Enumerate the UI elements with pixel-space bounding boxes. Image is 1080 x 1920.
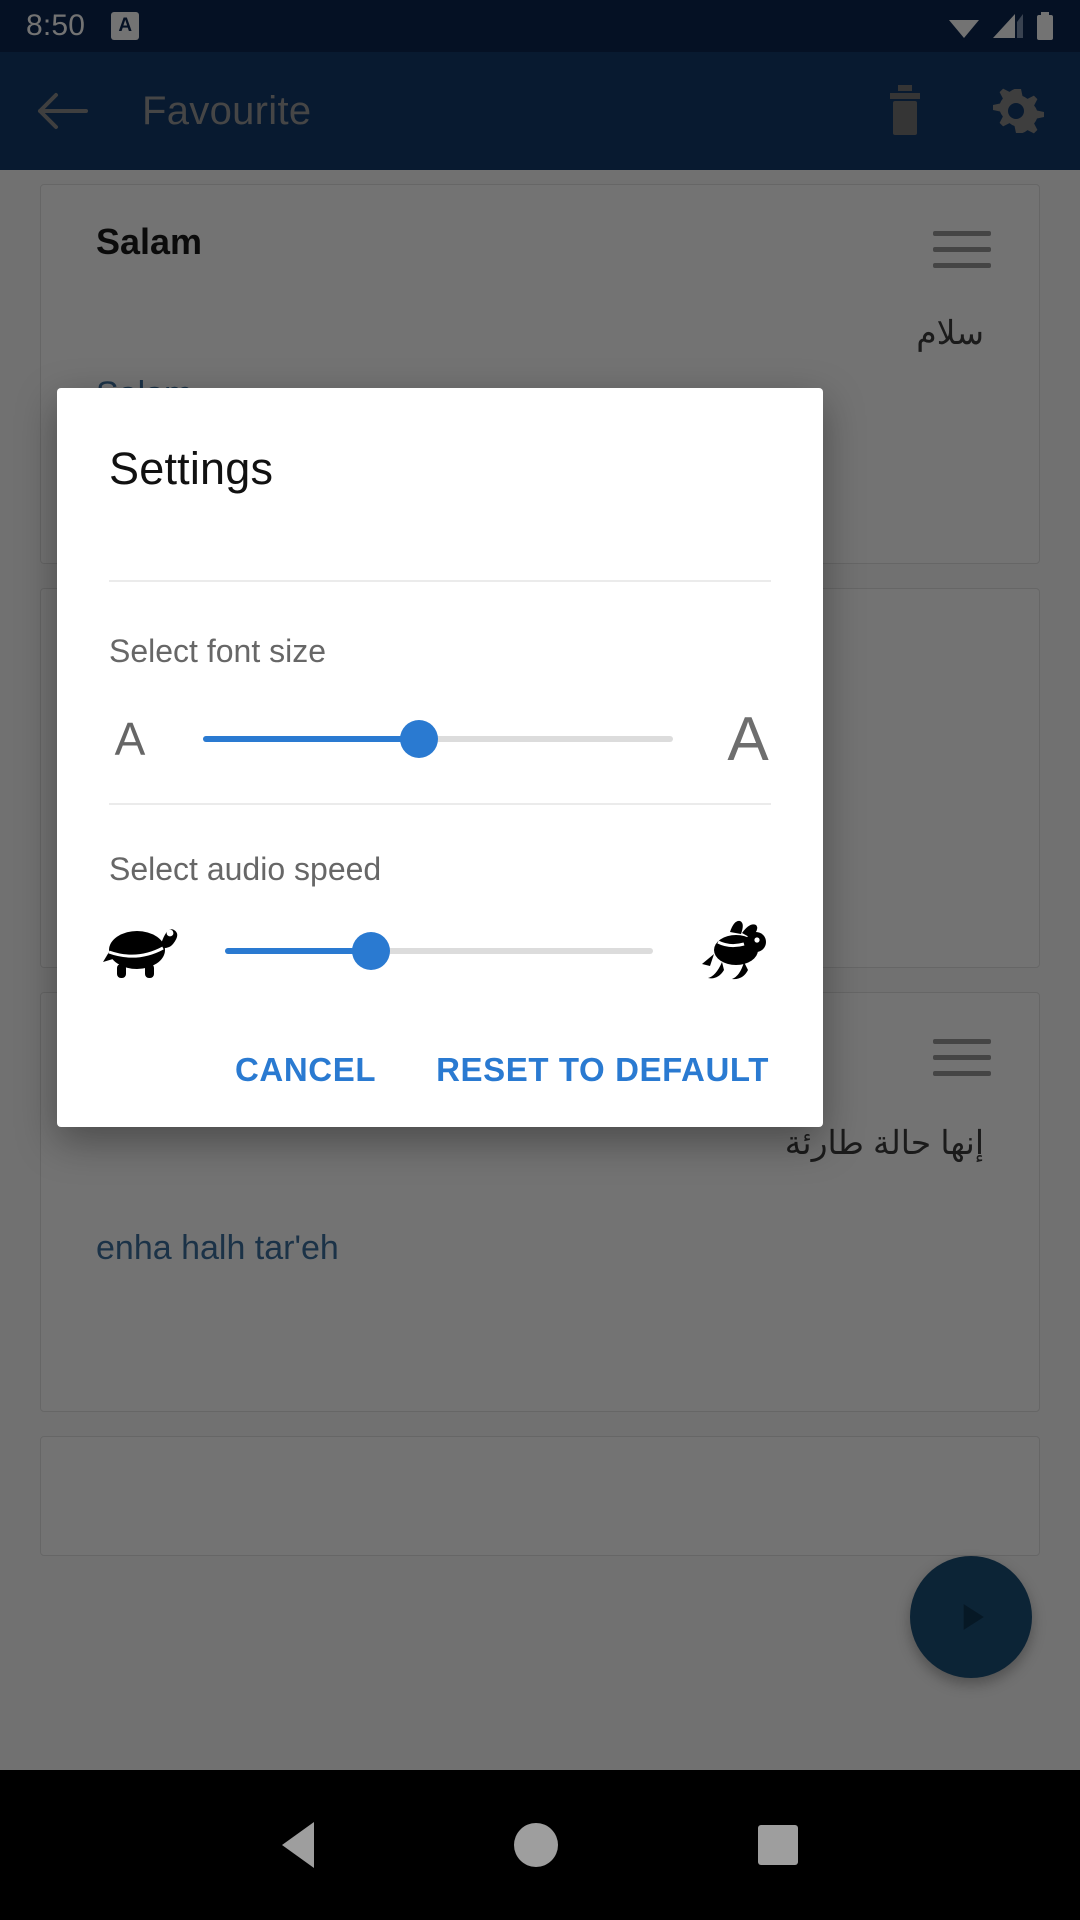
- cancel-button[interactable]: CANCEL: [231, 1041, 380, 1099]
- font-size-slider-track[interactable]: [203, 720, 673, 758]
- rabbit-icon: [653, 920, 823, 982]
- divider: [109, 803, 771, 805]
- audio-speed-slider-row[interactable]: [57, 908, 823, 994]
- font-size-min-glyph: A: [114, 713, 146, 765]
- android-nav-bar: [0, 1770, 1080, 1920]
- phone-screen: Salam سلام Salam It's an emergency إنها …: [0, 0, 1080, 1920]
- audio-speed-slider-track[interactable]: [225, 932, 653, 970]
- reset-to-default-button[interactable]: RESET TO DEFAULT: [432, 1041, 773, 1099]
- font-size-slider-fill: [203, 736, 420, 742]
- nav-recents-icon[interactable]: [758, 1825, 798, 1865]
- dialog-actions: CANCEL RESET TO DEFAULT: [57, 1041, 823, 1099]
- audio-speed-label: Select audio speed: [109, 851, 382, 887]
- nav-back-icon[interactable]: [282, 1822, 314, 1868]
- divider: [109, 580, 771, 582]
- dialog-title: Settings: [109, 443, 274, 494]
- settings-dialog: Settings Select font size A A Select aud…: [57, 388, 823, 1127]
- turtle-icon: [57, 922, 225, 980]
- nav-home-icon[interactable]: [514, 1823, 558, 1867]
- font-size-slider-row[interactable]: A A: [57, 700, 823, 778]
- font-size-label: Select font size: [109, 633, 326, 669]
- audio-speed-slider-fill: [225, 948, 371, 954]
- audio-speed-slider-thumb[interactable]: [351, 932, 390, 970]
- font-size-max-glyph: A: [727, 704, 769, 774]
- font-size-slider-thumb[interactable]: [400, 720, 439, 758]
